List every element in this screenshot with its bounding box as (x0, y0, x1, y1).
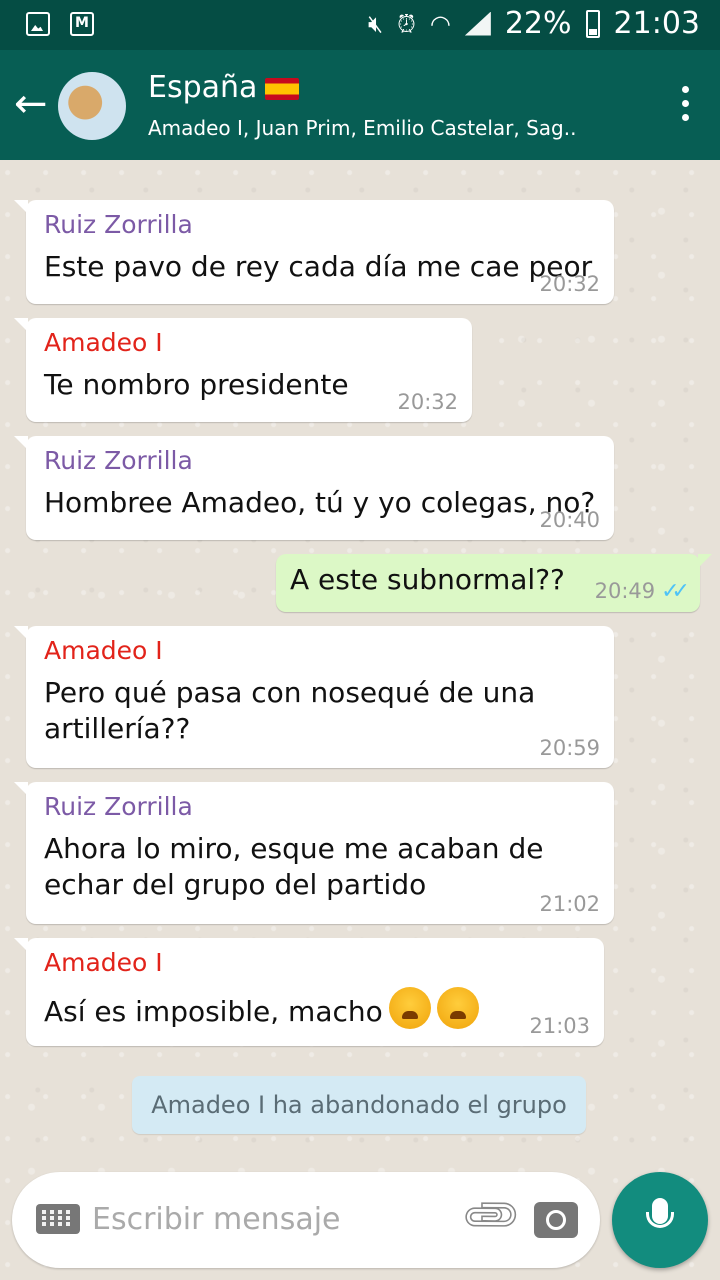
alarm-icon: ⏰︎ (397, 9, 416, 38)
weary-face-emoji (388, 987, 431, 1029)
chat-header: ← España Amadeo I, Juan Prim, Emilio Cas… (0, 50, 720, 160)
status-time: 21:03 (613, 6, 700, 41)
back-arrow-icon[interactable]: ← (14, 84, 48, 124)
message-text: Pero qué pasa con nosequé de una artille… (44, 676, 536, 745)
spain-flag-emoji (265, 77, 300, 100)
message-time: 20:49 (594, 579, 656, 603)
gallery-icon (26, 12, 50, 36)
more-options-icon[interactable] (682, 86, 690, 121)
signal-icon (464, 11, 491, 36)
message-bubble[interactable]: Ruiz Zorrilla Ahora lo miro, esque me ac… (14, 782, 614, 924)
message-sender: Ruiz Zorrilla (44, 792, 193, 821)
group-title[interactable]: España (148, 70, 300, 105)
message-time: 20:32 (539, 272, 600, 296)
message-bubble[interactable]: Ruiz Zorrilla Hombree Amadeo, tú y yo co… (14, 436, 614, 540)
message-sender: Amadeo I (44, 636, 163, 665)
face-with-steam-emoji (436, 987, 479, 1029)
group-name: España (148, 70, 258, 105)
attach-paperclip-icon[interactable]: 📎︎ (458, 1182, 526, 1250)
mute-icon: 🔇︎ (368, 9, 384, 38)
double-check-read-icon: ✓✓ (661, 579, 690, 604)
microphone-button[interactable] (612, 1172, 708, 1268)
message-text: Hombree Amadeo, tú y yo colegas, no? (44, 486, 596, 519)
message-composer[interactable]: Escribir mensaje 📎︎ (12, 1172, 600, 1268)
message-time: 20:40 (539, 508, 600, 532)
gmail-icon: M (70, 12, 94, 36)
message-time: 20:59 (539, 736, 600, 760)
message-sender: Ruiz Zorrilla (44, 210, 193, 239)
message-text: Este pavo de rey cada día me cae peor (44, 250, 593, 283)
message-sender: Amadeo I (44, 328, 163, 357)
wifi-icon: ◠ (429, 9, 451, 38)
battery-icon (585, 9, 600, 38)
group-avatar[interactable] (58, 72, 126, 140)
message-sender: Ruiz Zorrilla (44, 446, 193, 475)
system-message: Amadeo I ha abandonado el grupo (132, 1076, 586, 1134)
message-text: Ahora lo miro, esque me acaban de echar … (44, 832, 544, 901)
camera-icon[interactable] (534, 1202, 578, 1238)
message-body: Así es imposible, macho (44, 987, 586, 1030)
message-text: Te nombro presidente (44, 368, 349, 401)
battery-percent: 22% (504, 6, 572, 41)
message-time: 21:02 (539, 892, 600, 916)
message-text: Así es imposible, macho (44, 995, 383, 1028)
group-members[interactable]: Amadeo I, Juan Prim, Emilio Castelar, Sa… (148, 116, 618, 140)
message-bubble[interactable]: Ruiz Zorrilla Este pavo de rey cada día … (14, 200, 614, 304)
message-input[interactable]: Escribir mensaje (92, 1202, 341, 1237)
message-meta: 20:49 ✓✓ (594, 579, 690, 604)
message-bubble[interactable]: Amadeo I Te nombro presidente 20:32 (14, 318, 472, 422)
message-sender: Amadeo I (44, 948, 163, 977)
message-bubble[interactable]: Amadeo I Pero qué pasa con nosequé de un… (14, 626, 614, 768)
message-time: 20:32 (397, 390, 458, 414)
message-bubble[interactable]: Amadeo I Así es imposible, macho 21:03 (14, 938, 604, 1046)
message-bubble-outgoing[interactable]: A este subnormal?? 20:49 ✓✓ (276, 554, 712, 612)
message-time: 21:03 (529, 1014, 590, 1038)
keyboard-icon[interactable] (36, 1204, 80, 1234)
status-bar: M 🔇︎ ⏰︎ ◠ 22% 21:03 (0, 0, 720, 50)
